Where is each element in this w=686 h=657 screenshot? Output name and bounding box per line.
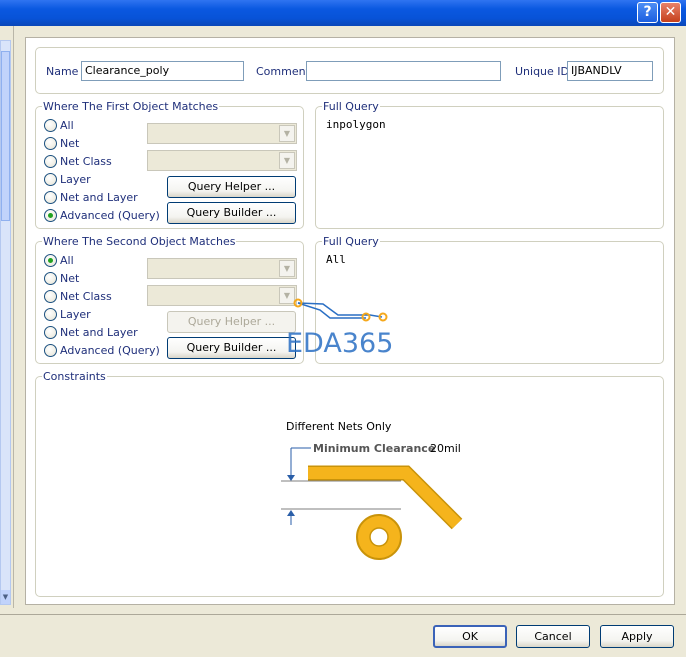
apply-button[interactable]: Apply bbox=[600, 625, 674, 648]
second-net-combo[interactable]: ▼ bbox=[147, 258, 297, 279]
second-query-helper-button[interactable]: Query Helper ... bbox=[167, 311, 296, 333]
radio-selected-icon bbox=[44, 254, 57, 267]
comment-label: Comment bbox=[256, 65, 310, 78]
title-bar bbox=[0, 0, 686, 26]
clearance-diagram bbox=[281, 447, 463, 560]
name-label: Name bbox=[46, 65, 79, 78]
ok-button[interactable]: OK bbox=[433, 625, 507, 648]
first-full-query-title: Full Query bbox=[322, 100, 380, 113]
left-scrollbar[interactable]: ▼ bbox=[0, 40, 11, 605]
first-object-matches-title: Where The First Object Matches bbox=[42, 100, 220, 113]
second-net-class-combo[interactable]: ▼ bbox=[147, 285, 297, 306]
first-query-builder-button[interactable]: Query Builder ... bbox=[167, 202, 296, 224]
different-nets-only-label: Different Nets Only bbox=[286, 420, 392, 433]
scrollbar-thumb[interactable] bbox=[1, 51, 10, 221]
second-object-matches-group: Where The Second Object Matches All Net … bbox=[35, 235, 304, 364]
minimum-clearance-label: Minimum Clearance bbox=[313, 442, 436, 455]
name-field[interactable]: Clearance_poly bbox=[81, 61, 244, 81]
chevron-down-icon[interactable]: ▼ bbox=[279, 260, 295, 277]
chevron-down-icon[interactable]: ▼ bbox=[279, 152, 295, 169]
radio-icon bbox=[44, 191, 57, 204]
radio-icon bbox=[44, 155, 57, 168]
chevron-down-icon[interactable]: ▼ bbox=[279, 125, 295, 142]
constraints-title: Constraints bbox=[42, 370, 107, 383]
cancel-button[interactable]: Cancel bbox=[516, 625, 590, 648]
constraints-group: Constraints Different Nets Only Minimum … bbox=[35, 370, 664, 597]
unique-id-label: Unique ID bbox=[515, 65, 570, 78]
radio-icon bbox=[44, 344, 57, 357]
second-query-builder-button[interactable]: Query Builder ... bbox=[167, 337, 296, 359]
second-full-query-text[interactable]: All bbox=[326, 253, 346, 266]
scroll-down-icon[interactable]: ▼ bbox=[1, 590, 10, 604]
first-object-matches-group: Where The First Object Matches All Net N… bbox=[35, 100, 304, 229]
first-query-helper-button[interactable]: Query Helper ... bbox=[167, 176, 296, 198]
second-full-query-title: Full Query bbox=[322, 235, 380, 248]
separator bbox=[0, 614, 686, 615]
unique-id-field[interactable]: IJBANDLV bbox=[567, 61, 653, 81]
first-full-query-text[interactable]: inpolygon bbox=[326, 118, 386, 131]
radio-icon bbox=[44, 308, 57, 321]
rule-editor-panel: Name Clearance_poly Comment Unique ID IJ… bbox=[25, 37, 675, 605]
radio-icon bbox=[44, 290, 57, 303]
chevron-down-icon[interactable]: ▼ bbox=[279, 287, 295, 304]
first-net-combo[interactable]: ▼ bbox=[147, 123, 297, 144]
radio-icon bbox=[44, 173, 57, 186]
radio-icon bbox=[44, 326, 57, 339]
radio-icon bbox=[44, 272, 57, 285]
radio-icon bbox=[44, 119, 57, 132]
radio-icon bbox=[44, 137, 57, 150]
watermark-text: EDA365 bbox=[286, 328, 394, 359]
second-object-matches-title: Where The Second Object Matches bbox=[42, 235, 237, 248]
radio-selected-icon bbox=[44, 209, 57, 222]
comment-field[interactable] bbox=[306, 61, 501, 81]
minimum-clearance-field[interactable]: 20mil bbox=[430, 442, 461, 455]
rule-identity-box: Name Clearance_poly Comment Unique ID IJ… bbox=[35, 47, 664, 94]
first-full-query-box: Full Query inpolygon bbox=[315, 100, 664, 229]
help-button[interactable]: ? bbox=[637, 2, 658, 23]
close-button[interactable]: ✕ bbox=[660, 2, 681, 23]
first-net-class-combo[interactable]: ▼ bbox=[147, 150, 297, 171]
